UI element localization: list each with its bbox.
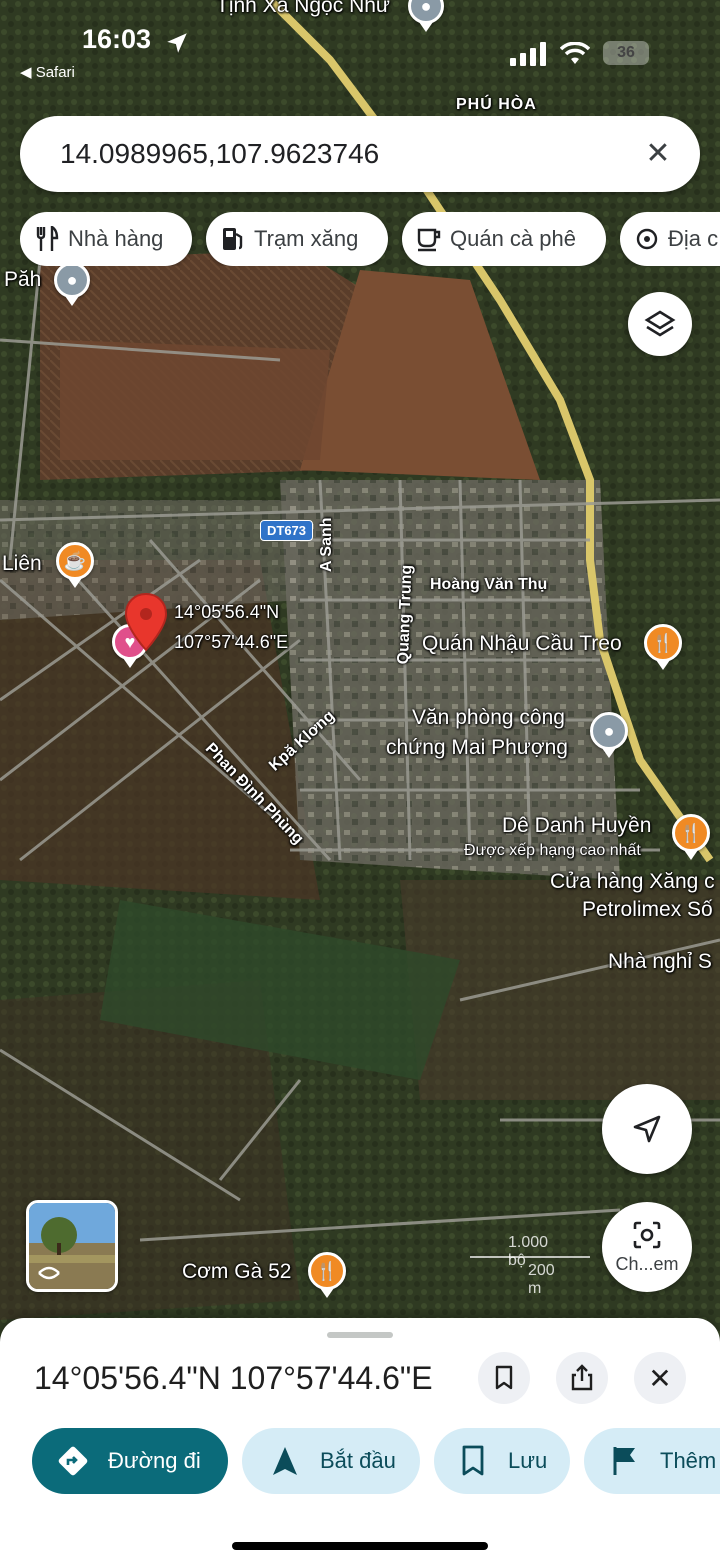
save-label: Lưu — [508, 1448, 548, 1473]
restaurant-pin-icon[interactable]: 🍴 — [308, 1252, 346, 1298]
chip-attractions[interactable]: Địa c — [620, 212, 720, 266]
close-icon: ✕ — [645, 137, 671, 170]
share-button[interactable] — [556, 1352, 608, 1404]
road-badge: DT673 — [260, 520, 314, 541]
fork-knife-icon — [34, 226, 60, 252]
place-title: 14°05'56.4"N 107°57'44.6"E — [34, 1360, 433, 1396]
chip-gas-stations[interactable]: Trạm xăng — [206, 212, 388, 266]
street-view-thumbnail[interactable] — [26, 1200, 118, 1292]
close-icon: ✕ — [648, 1362, 672, 1394]
map-label-tinh-xa[interactable]: Tịnh Xá Ngọc Như — [216, 0, 390, 18]
restaurant-pin-icon[interactable]: 🍴 — [672, 814, 710, 860]
chip-restaurants[interactable]: Nhà hàng — [20, 212, 192, 266]
close-sheet-button[interactable]: ✕ — [634, 1352, 686, 1404]
signal-icon — [510, 42, 546, 66]
coffee-cup-icon: ☕ — [63, 551, 87, 571]
bookmark-icon — [495, 1365, 513, 1390]
directions-icon — [56, 1444, 90, 1478]
dropped-pin-icon[interactable] — [124, 592, 168, 654]
map-label-phu-hoa: PHÚ HÒA — [456, 96, 537, 113]
map-label-de-rating: Được xếp hạng cao nhất — [464, 842, 641, 859]
map-label-pah[interactable]: Păh — [4, 268, 41, 292]
map-label-van-phong-1[interactable]: Văn phòng công — [412, 706, 565, 730]
status-time: 16:03 — [82, 24, 152, 54]
search-input[interactable]: 14.0989965,107.9623746 — [60, 138, 379, 170]
coffee-cup-icon — [416, 226, 442, 252]
home-indicator[interactable] — [232, 1542, 488, 1550]
rotate-360-icon — [38, 1266, 60, 1280]
fork-knife-icon: 🍴 — [315, 1261, 339, 1281]
place-pin-icon[interactable]: ● — [590, 712, 628, 758]
map-label-lien[interactable]: Liên — [2, 552, 42, 576]
camera-lens-icon — [633, 1221, 661, 1248]
lens-label: Ch...em — [615, 1253, 679, 1274]
map-label-cua-hang-2[interactable]: Petrolimex Số — [582, 898, 713, 922]
start-label: Bắt đầu — [320, 1448, 396, 1473]
layers-icon — [644, 310, 676, 337]
more-label: Thêm — [660, 1448, 717, 1473]
wifi-icon — [560, 42, 590, 64]
chip-label: Trạm xăng — [254, 226, 359, 251]
pin-coord-lng: 107°57'44.6"E — [174, 632, 289, 652]
directions-label: Đường đi — [108, 1448, 201, 1473]
map-label-de-danh-huyen[interactable]: Dê Danh Huyền — [502, 814, 651, 838]
flag-icon — [608, 1444, 642, 1478]
place-sheet[interactable]: 14°05'56.4"N 107°57'44.6"E ✕ Đường đi Bắ… — [0, 1318, 720, 1564]
battery-indicator: 36 — [603, 41, 649, 65]
save-button[interactable]: Lưu — [434, 1428, 570, 1494]
category-chips: Nhà hàng Trạm xăng Quán cà phê Địa c — [20, 212, 720, 266]
action-buttons: Đường đi Bắt đầu Lưu Thêm — [0, 1428, 720, 1496]
navigation-arrow-icon — [633, 1115, 661, 1143]
drag-handle[interactable] — [327, 1332, 393, 1338]
start-button[interactable]: Bắt đầu — [242, 1428, 420, 1494]
my-location-button[interactable] — [602, 1084, 692, 1174]
chip-label: Quán cà phê — [450, 226, 576, 251]
location-arrow-icon — [167, 33, 187, 53]
place-pin-icon[interactable]: ● — [54, 262, 90, 306]
layers-button[interactable] — [628, 292, 692, 356]
chip-label: Nhà hàng — [68, 226, 164, 251]
pin-coord-lat: 14°05'56.4"N — [174, 602, 280, 622]
fork-knife-icon: 🍴 — [651, 633, 675, 653]
pin-dot-icon: ● — [66, 270, 78, 290]
map-label-van-phong-2[interactable]: chứng Mai Phượng — [386, 736, 568, 760]
more-button[interactable]: Thêm — [584, 1428, 720, 1494]
landmark-icon — [634, 226, 660, 252]
chip-label: Địa c — [668, 226, 719, 251]
back-to-safari[interactable]: ◀ Safari — [20, 63, 75, 81]
street-quang-trung: Quang Trung — [395, 564, 416, 665]
clear-search-button[interactable]: ✕ — [640, 134, 676, 174]
bookmark-button[interactable] — [478, 1352, 530, 1404]
gas-pump-icon — [220, 226, 246, 252]
pin-dot-icon: ● — [420, 0, 432, 16]
scale-meters: 200 m — [528, 1262, 555, 1297]
street-hoang-van-thu: Hoàng Văn Thụ — [430, 576, 548, 593]
share-icon — [571, 1364, 593, 1391]
map-label-quan-nhau[interactable]: Quán Nhậu Cầu Treo — [422, 632, 622, 656]
fork-knife-icon: 🍴 — [679, 823, 703, 843]
pin-dot-icon: ● — [603, 721, 615, 741]
restaurant-pin-icon[interactable]: 🍴 — [644, 624, 682, 670]
map-label-nha-nghi[interactable]: Nhà nghỉ S — [608, 950, 712, 974]
bookmark-icon — [456, 1444, 490, 1478]
search-bar[interactable]: 14.0989965,107.9623746 ✕ — [20, 116, 700, 192]
cafe-pin-icon[interactable]: ☕ — [56, 542, 94, 588]
map-label-cua-hang-1[interactable]: Cửa hàng Xăng c — [550, 870, 715, 894]
scale-bar — [470, 1256, 590, 1258]
lens-button[interactable]: Ch...em — [602, 1202, 692, 1292]
directions-button[interactable]: Đường đi — [32, 1428, 228, 1494]
street-a-sanh: A Sanh — [318, 517, 335, 572]
chip-cafes[interactable]: Quán cà phê — [402, 212, 606, 266]
navigation-arrow-icon — [268, 1444, 302, 1478]
map-label-com-ga[interactable]: Cơm Gà 52 — [182, 1260, 291, 1284]
